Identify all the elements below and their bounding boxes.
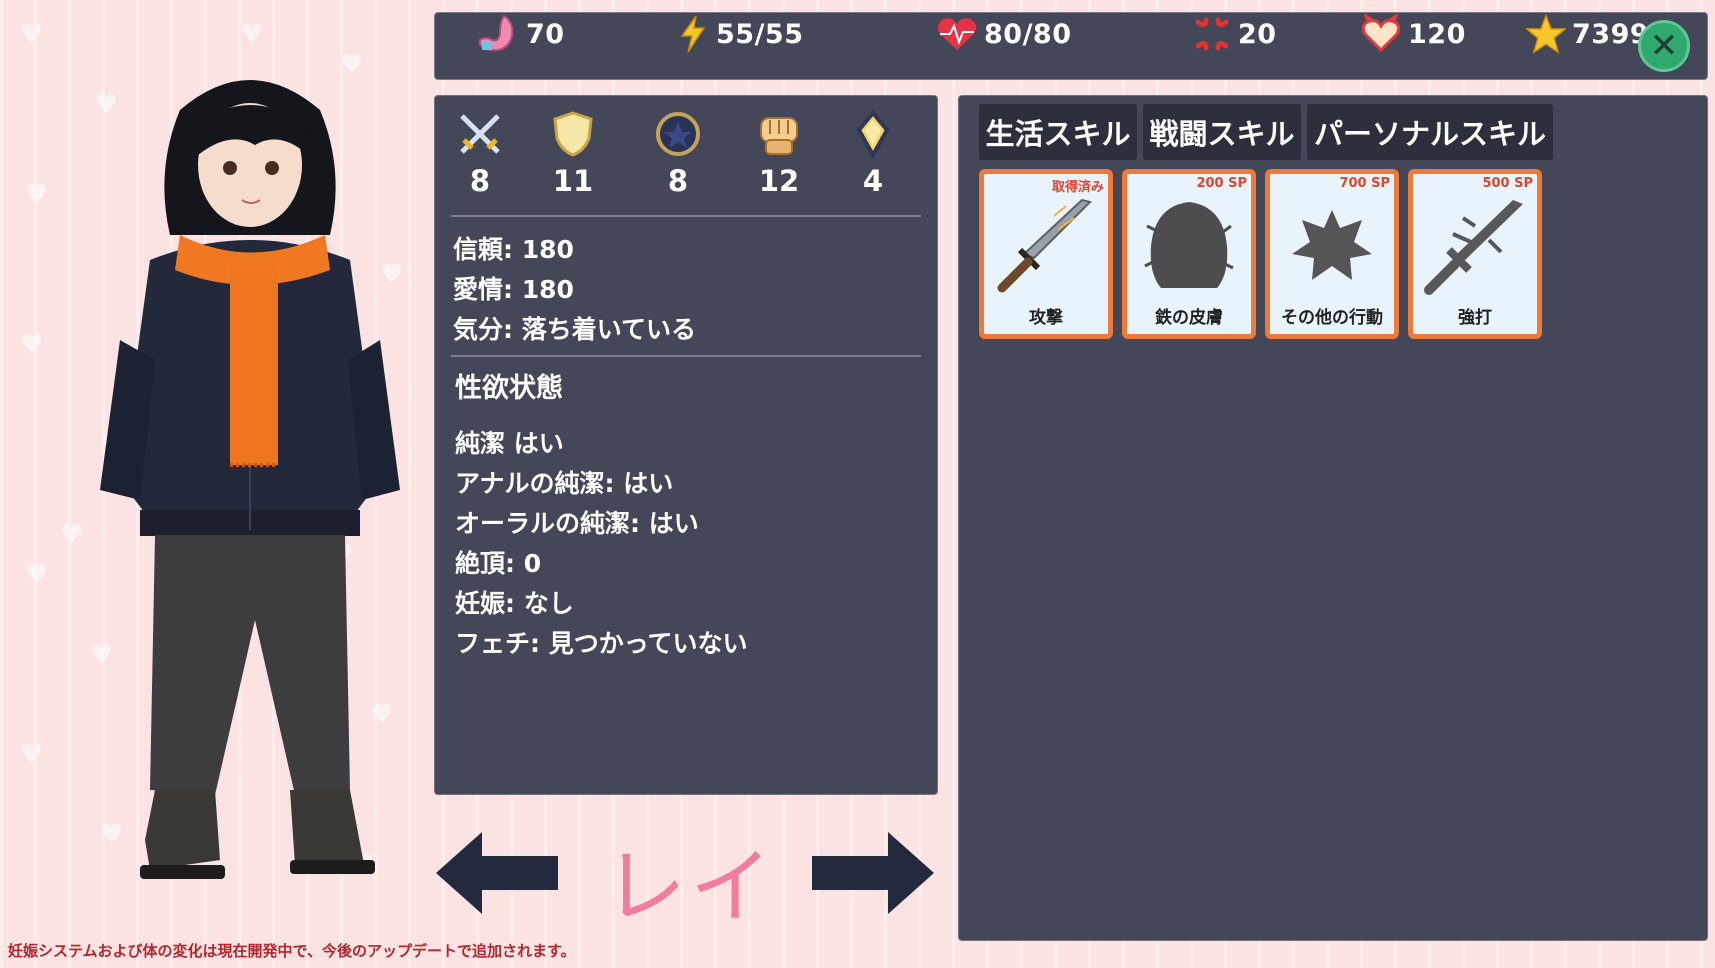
energy-stat: 55/55 xyxy=(676,0,804,68)
burst-icon xyxy=(1292,210,1372,280)
health-stat: 80/80 xyxy=(936,0,1072,68)
anger-value: 20 xyxy=(1238,18,1277,50)
skill-cost: 500 SP xyxy=(1482,176,1533,191)
attribute-sword: 8 xyxy=(450,110,510,198)
health-value: 80/80 xyxy=(984,18,1072,50)
lust-value: 120 xyxy=(1408,18,1466,50)
mood-stat: 気分: 落ち着いている xyxy=(453,315,696,344)
skill-cost: 200 SP xyxy=(1196,176,1247,191)
skill-name: 鉄の皮膚 xyxy=(1155,308,1223,328)
trust-stat: 信頼: 180 xyxy=(453,235,574,264)
hunger-value: 70 xyxy=(526,18,565,50)
skill-name: 強打 xyxy=(1458,308,1492,328)
gem-icon xyxy=(856,110,890,158)
development-notice: 妊娠システムおよび体の変化は現在開発中で、今後のアップデートで追加されます。 xyxy=(8,942,576,960)
tab-combat-skills[interactable]: 戦闘スキル xyxy=(1143,104,1301,160)
character-portrait xyxy=(100,80,400,879)
status-line: オーラルの純潔: はい xyxy=(455,509,699,538)
anger-icon xyxy=(1195,17,1229,51)
lust-stat: 120 xyxy=(1360,0,1466,68)
shield-icon xyxy=(553,111,593,157)
skill-cost: 700 SP xyxy=(1339,176,1390,191)
attribute-sword-value: 8 xyxy=(469,164,491,198)
attribute-fist: 12 xyxy=(749,110,809,198)
section-heading: 性欲状態 xyxy=(455,373,563,404)
stomach-icon xyxy=(478,14,514,52)
attribute-gem-value: 4 xyxy=(862,164,884,198)
anger-stat: 20 xyxy=(1192,0,1277,68)
medallion-icon xyxy=(656,112,700,156)
heavy-strike-icon xyxy=(1424,200,1523,295)
attribute-shield-value: 11 xyxy=(552,164,594,198)
next-character-arrow[interactable] xyxy=(808,830,938,916)
attribute-shield: 11 xyxy=(543,110,603,198)
hunger-stat: 70 xyxy=(474,0,565,68)
tab-life-skills[interactable]: 生活スキル xyxy=(979,104,1137,160)
money-stat: 7399 xyxy=(1526,0,1649,68)
attribute-fist-value: 12 xyxy=(758,164,800,198)
affection-stat: 愛情: 180 xyxy=(453,275,574,304)
close-icon: ✕ xyxy=(1649,26,1679,66)
character-name: レイ xyxy=(603,840,776,935)
energy-value: 55/55 xyxy=(716,18,804,50)
skill-name: その他の行動 xyxy=(1281,308,1383,328)
lightning-icon xyxy=(680,15,706,53)
skill-card-heavy-strike[interactable]: 500 SP 強打 xyxy=(1408,169,1542,339)
close-button[interactable]: ✕ xyxy=(1638,20,1690,72)
attribute-medallion-value: 8 xyxy=(667,164,689,198)
star-icon xyxy=(1526,14,1566,54)
status-line: 絶頂: 0 xyxy=(455,549,542,578)
dagger-icon xyxy=(997,198,1092,293)
tab-personal-skills[interactable]: パーソナルスキル xyxy=(1307,104,1553,160)
skills-panel: 生活スキル 戦闘スキル パーソナルスキル 取得済み 攻撃 200 SP 鉄の皮膚… xyxy=(958,95,1708,941)
skill-card-other-actions[interactable]: 700 SP その他の行動 xyxy=(1265,169,1399,339)
divider xyxy=(451,215,921,217)
status-line: アナルの純潔: はい xyxy=(455,469,674,498)
skill-card-iron-skin[interactable]: 200 SP 鉄の皮膚 xyxy=(1122,169,1256,339)
attribute-gem: 4 xyxy=(843,110,903,198)
crossed-swords-icon xyxy=(460,114,500,154)
status-line: 純潔 はい xyxy=(455,429,564,458)
previous-character-arrow[interactable] xyxy=(432,830,562,916)
status-line: 妊娠: なし xyxy=(455,589,574,618)
skill-name: 攻撃 xyxy=(1029,308,1063,328)
skill-card-attack[interactable]: 取得済み 攻撃 xyxy=(979,169,1113,339)
devil-heart-icon xyxy=(1361,14,1401,53)
stats-panel: 8 11 8 12 4 信頼: 180 愛情: 180 気分: 落ち着いている … xyxy=(434,95,938,795)
status-line: フェチ: 見つかっていない xyxy=(455,629,748,658)
divider xyxy=(451,355,921,357)
attribute-medallion: 8 xyxy=(648,110,708,198)
skill-cost: 取得済み xyxy=(1051,180,1104,195)
heart-pulse-icon xyxy=(937,18,977,50)
fist-icon xyxy=(760,117,798,155)
iron-skin-icon xyxy=(1144,202,1234,288)
